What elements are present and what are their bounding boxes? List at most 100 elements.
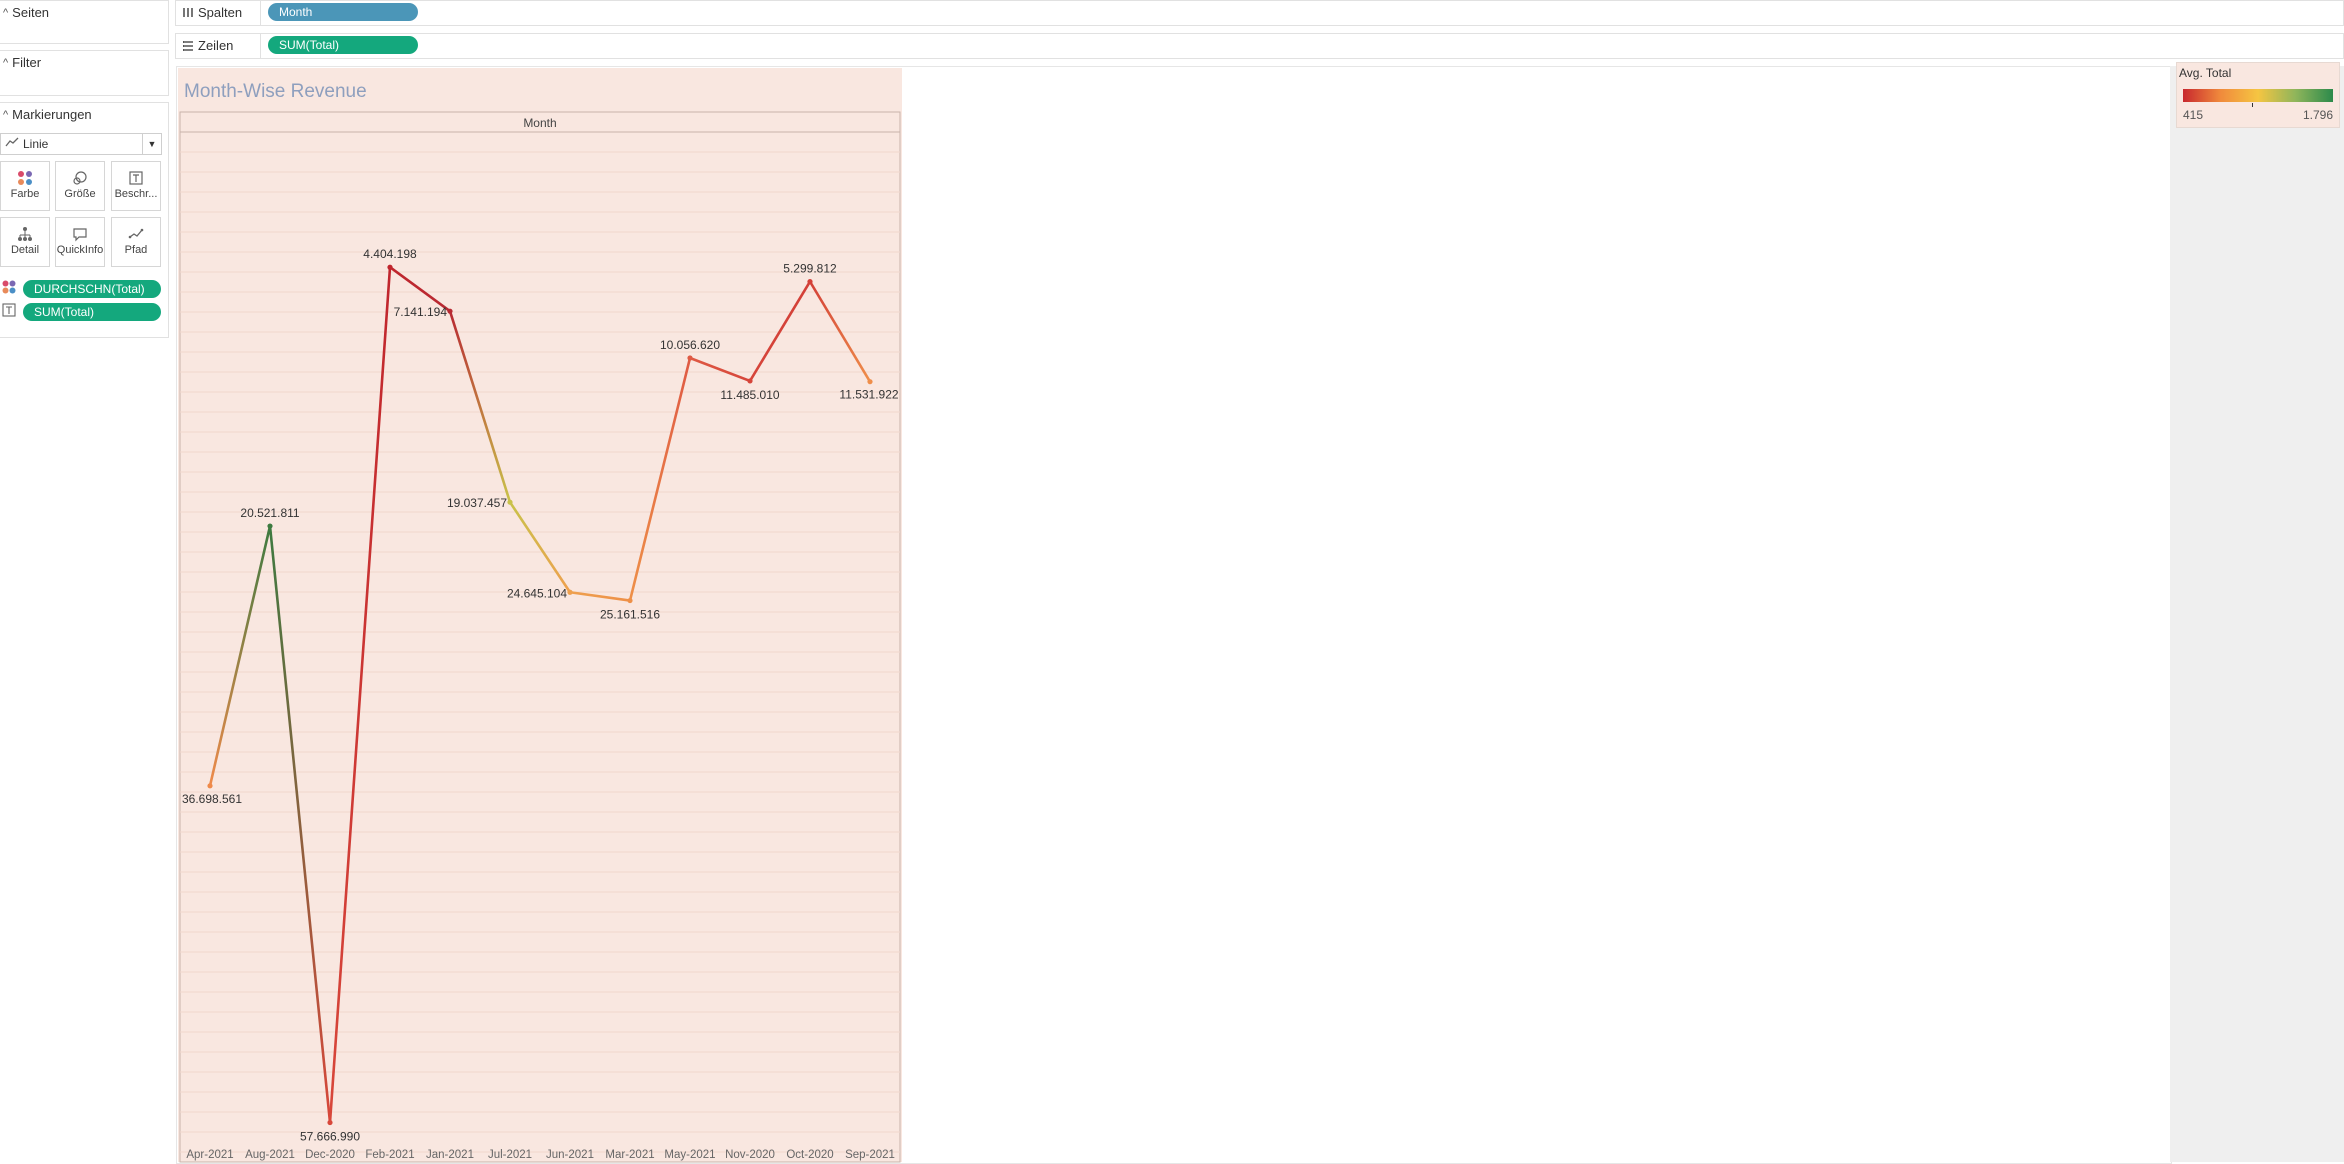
filter-card-header[interactable]: ^ Filter (3, 55, 41, 70)
data-point[interactable] (747, 378, 753, 384)
label-button[interactable]: Beschr... (111, 161, 161, 211)
tooltip-icon (56, 226, 104, 242)
marks-card-header[interactable]: ^ Markierungen (3, 107, 92, 122)
column-header: Month (523, 116, 556, 130)
marks-title: Markierungen (12, 107, 92, 122)
rows-pill-sum-total[interactable]: SUM(Total) (268, 36, 418, 54)
line-mark-icon (5, 136, 19, 151)
data-point[interactable] (447, 308, 453, 314)
path-button[interactable]: Pfad (111, 217, 161, 267)
value-label: 11.485.010 (720, 388, 779, 402)
line-segment[interactable] (628, 356, 692, 602)
value-label: 11.531.922 (839, 388, 898, 402)
rows-shelf: Zeilen SUM(Total) (175, 33, 2344, 59)
filter-title: Filter (12, 55, 42, 70)
line-segment[interactable] (568, 590, 632, 602)
label-button-label: Beschr... (114, 188, 158, 200)
size-button-label: Größe (64, 188, 96, 200)
chart-title: Month-Wise Revenue (184, 81, 367, 102)
x-tick-label: Sep-2021 (845, 1149, 895, 1161)
tooltip-button-label: QuickInfo (56, 244, 104, 256)
color-button[interactable]: Farbe (0, 161, 50, 211)
filter-card: ^ Filter (0, 50, 169, 96)
rows-icon (183, 41, 193, 51)
columns-icon (183, 8, 193, 17)
line-segment[interactable] (328, 265, 392, 1124)
value-label: 7.141.194 (394, 305, 448, 319)
size-icon (56, 170, 104, 186)
mark-type-label: Linie (23, 137, 49, 151)
pages-title: Seiten (12, 5, 50, 20)
value-label: 4.404.198 (363, 247, 417, 261)
columns-pill-month[interactable]: Month (268, 3, 418, 21)
value-label: 20.521.811 (240, 506, 299, 520)
gridlines (180, 151, 900, 1153)
value-label: 24.645.104 (507, 586, 567, 600)
rows-shelf-title: Zeilen (182, 38, 233, 53)
x-tick-label: Jan-2021 (426, 1149, 474, 1161)
color-legend[interactable]: Avg. Total 415 1.796 (2176, 62, 2340, 128)
color-field-pill[interactable]: DURCHSCHN(Total) (23, 280, 161, 298)
data-point[interactable] (507, 499, 513, 505)
x-tick-label: Feb-2021 (365, 1149, 414, 1161)
value-label: 36.698.561 (182, 792, 242, 806)
detail-button[interactable]: Detail (0, 217, 50, 267)
columns-shelf: Spalten Month (175, 0, 2344, 26)
chevron-up-icon: ^ (3, 6, 9, 19)
pane-border (179, 131, 901, 1163)
data-point[interactable] (207, 783, 213, 789)
line-chart: Month-Wise Revenue Month 36.698.561 20.52… (179, 81, 901, 1163)
legend-color-ramp (2183, 89, 2333, 102)
x-tick-label: May-2021 (664, 1149, 715, 1161)
value-label: 25.161.516 (600, 608, 660, 622)
line-segment[interactable] (208, 524, 272, 788)
legend-marker (2252, 103, 2253, 107)
value-label: 57.666.990 (300, 1130, 360, 1144)
line-segment[interactable] (268, 524, 332, 1124)
worksheet: Month-Wise Revenue Month 36.698.561 20.52… (178, 68, 902, 1163)
data-point[interactable] (807, 279, 813, 285)
tooltip-button[interactable]: QuickInfo (55, 217, 105, 267)
legend-panel (2170, 66, 2344, 1162)
pages-card: ^ Seiten (0, 0, 169, 44)
marks-card: ^ Markierungen Linie ▼ Farbe Größe Besch… (0, 102, 169, 338)
data-point[interactable] (567, 589, 573, 595)
columns-shelf-title: Spalten (182, 5, 242, 20)
legend-max-label: 1.796 (2302, 108, 2333, 122)
x-tick-label: Oct-2020 (786, 1149, 833, 1161)
path-button-label: Pfad (124, 244, 148, 256)
data-point[interactable] (627, 597, 633, 604)
data-point[interactable] (387, 264, 393, 270)
legend-title: Avg. Total (2179, 66, 2232, 80)
value-label: 5.299.812 (783, 262, 837, 276)
chevron-down-icon[interactable]: ▼ (142, 134, 161, 154)
columns-shelf-label: Spalten (198, 5, 243, 20)
color-dots-icon (1, 170, 49, 186)
line-segment[interactable] (748, 280, 812, 383)
x-tick-label: Jun-2021 (546, 1149, 594, 1161)
line-segment[interactable] (688, 356, 752, 383)
size-button[interactable]: Größe (55, 161, 105, 211)
pages-card-header[interactable]: ^ Seiten (3, 5, 49, 20)
x-tick-label: Aug-2021 (245, 1149, 295, 1161)
label-field-icon (2, 303, 16, 322)
x-tick-labels: Apr-2021 Aug-2021 Dec-2020 Feb-2021 Jan-2021… (186, 1149, 895, 1161)
legend-min-label: 415 (2183, 108, 2204, 122)
data-point[interactable] (687, 355, 693, 361)
rows-shelf-label: Zeilen (198, 38, 234, 53)
label-field-pill[interactable]: SUM(Total) (23, 303, 161, 321)
data-point[interactable] (867, 379, 873, 385)
chevron-up-icon: ^ (3, 108, 9, 121)
x-tick-label: Mar-2021 (605, 1149, 654, 1161)
line-segment[interactable] (448, 309, 512, 504)
path-icon (112, 226, 160, 242)
line-segment[interactable] (508, 500, 572, 594)
data-point[interactable] (327, 1119, 333, 1126)
mark-type-dropdown[interactable]: Linie ▼ (0, 133, 162, 155)
value-label: 19.037.457 (447, 496, 507, 510)
data-point[interactable] (267, 523, 273, 529)
value-label: 10.056.620 (660, 338, 720, 352)
chevron-up-icon: ^ (3, 56, 9, 69)
detail-icon (1, 226, 49, 242)
x-tick-label: Nov-2020 (725, 1149, 775, 1161)
